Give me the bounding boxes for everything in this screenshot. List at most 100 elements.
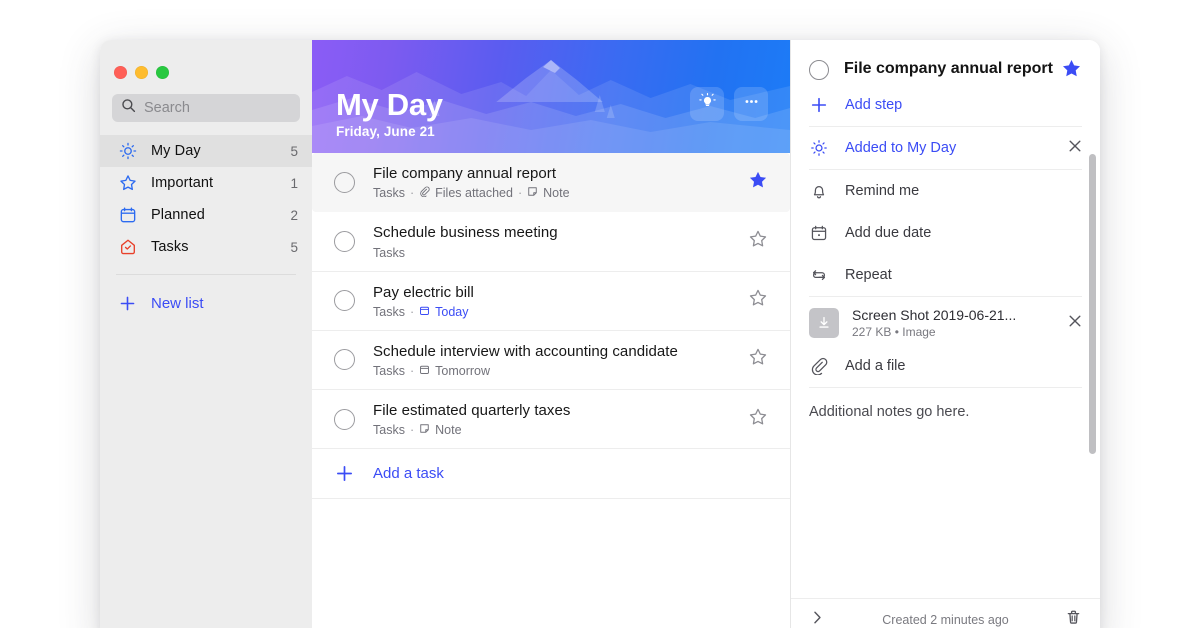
added-to-my-day-row[interactable]: Added to My Day [809, 127, 1082, 169]
detail-scrollbar[interactable] [1089, 154, 1096, 454]
task-body: File estimated quarterly taxes Tasks · N… [373, 401, 738, 437]
task-attachment-label: Files attached [435, 186, 513, 201]
task-due-label: Tomorrow [435, 364, 490, 378]
task-attachment-chip: Files attached [419, 186, 513, 200]
window-controls [100, 52, 312, 84]
task-title: File estimated quarterly taxes [373, 402, 571, 419]
table-row[interactable]: Schedule interview with accounting candi… [312, 331, 790, 390]
add-file-button[interactable]: Add a file [809, 345, 1082, 387]
add-file-label: Add a file [845, 358, 906, 374]
task-list-name: Tasks [373, 423, 405, 438]
calendar-icon [118, 206, 137, 225]
add-due-date-button[interactable]: Add due date [809, 212, 1082, 254]
sidebar-item-count: 5 [290, 239, 298, 255]
task-title: Schedule interview with accounting candi… [373, 342, 678, 360]
task-complete-checkbox[interactable] [334, 171, 355, 193]
task-complete-checkbox[interactable] [334, 230, 355, 252]
page-title: My Day [336, 86, 443, 122]
task-meta: Tasks · Files attached · Note [373, 186, 738, 200]
minimize-window-button[interactable] [135, 65, 148, 79]
repeat-icon [809, 266, 829, 284]
repeat-label: Repeat [845, 267, 892, 283]
detail-task-title: File company annual report [844, 60, 1053, 77]
task-star-button[interactable] [748, 347, 768, 372]
sidebar-item-label: Tasks [151, 239, 189, 255]
sidebar-item-planned[interactable]: Planned 2 [100, 199, 312, 231]
zoom-window-button[interactable] [156, 65, 169, 79]
search-icon [121, 98, 136, 118]
task-note-label: Note [543, 186, 570, 201]
sidebar-item-tasks[interactable]: Tasks 5 [100, 231, 312, 263]
bell-icon [809, 182, 829, 200]
more-options-button[interactable] [734, 87, 768, 121]
table-row[interactable]: Pay electric bill Tasks · Today [312, 272, 790, 331]
table-row[interactable]: File estimated quarterly taxes Tasks · N… [312, 390, 790, 450]
task-body: Schedule interview with accounting candi… [373, 342, 738, 378]
paperclip-icon [419, 186, 430, 200]
chevron-right-icon[interactable] [809, 609, 826, 628]
add-step-label: Add step [845, 97, 903, 113]
sidebar-item-important[interactable]: Important 1 [100, 167, 312, 199]
close-icon[interactable] [1068, 139, 1082, 157]
attachment-item[interactable]: Screen Shot 2019-06-21... 227 KB • Image [791, 297, 1100, 345]
meta-separator: · [517, 186, 523, 201]
search-placeholder: Search [144, 100, 190, 116]
task-list-name: Tasks [373, 364, 405, 378]
sidebar-item-label: My Day [151, 143, 201, 159]
remind-me-button[interactable]: Remind me [809, 170, 1082, 212]
close-icon[interactable] [1068, 314, 1082, 333]
meta-separator: · [409, 186, 415, 201]
note-icon [527, 186, 538, 200]
calendar-small-icon [419, 364, 430, 378]
task-title: File company annual report [373, 165, 557, 182]
table-row[interactable]: Schedule business meeting Tasks [312, 212, 790, 272]
detail-star-button[interactable] [1061, 58, 1082, 84]
task-notes[interactable]: Additional notes go here. [791, 388, 1100, 420]
search-container: Search [100, 84, 312, 122]
suggestions-button[interactable] [690, 87, 724, 121]
sidebar-item-count: 5 [290, 143, 298, 159]
sidebar-item-label: Planned [151, 207, 205, 223]
task-list-name: Tasks [373, 186, 405, 201]
sidebar-divider [116, 274, 296, 275]
lightbulb-icon [698, 92, 717, 116]
sidebar-item-my-day[interactable]: My Day 5 [100, 135, 312, 167]
sidebar-item-label: Important [151, 175, 214, 191]
new-list-label: New list [151, 294, 204, 312]
my-day-section: Added to My Day [791, 127, 1100, 169]
sidebar-item-count: 2 [290, 207, 298, 223]
meta-separator: · [409, 364, 415, 378]
detail-complete-checkbox[interactable] [809, 60, 829, 80]
add-task-button[interactable]: Add a task [312, 449, 790, 500]
task-list: File company annual report Tasks · Files… [312, 153, 790, 628]
search-input[interactable]: Search [112, 94, 300, 122]
task-star-button[interactable] [748, 170, 768, 195]
repeat-button[interactable]: Repeat [809, 254, 1082, 296]
task-note-label: Note [435, 423, 462, 438]
task-body: File company annual report Tasks · Files… [373, 164, 738, 200]
meta-separator: · [409, 423, 415, 438]
page-background: Search My Day 5 Important 1 Planned 2 Ta… [0, 0, 1200, 628]
task-star-button[interactable] [748, 288, 768, 313]
new-list-button[interactable]: New list [100, 285, 312, 321]
task-meta: Tasks · Note [373, 423, 738, 437]
task-title: Pay electric bill [373, 283, 474, 301]
trash-icon[interactable] [1065, 609, 1082, 628]
add-file-section: Add a file [791, 345, 1100, 387]
sun-icon [118, 142, 137, 161]
task-complete-checkbox[interactable] [334, 290, 355, 312]
table-row[interactable]: File company annual report Tasks · Files… [312, 153, 790, 213]
attachment-size: 227 KB • Image [852, 325, 936, 339]
task-complete-checkbox[interactable] [334, 408, 355, 430]
hero-text: My Day Friday, June 21 [336, 86, 443, 139]
add-step-button[interactable]: Add step [809, 84, 1082, 126]
sidebar-nav: My Day 5 Important 1 Planned 2 Tasks 5 N… [100, 135, 312, 321]
task-star-button[interactable] [748, 407, 768, 432]
task-star-button[interactable] [748, 229, 768, 254]
close-window-button[interactable] [114, 65, 127, 79]
task-complete-checkbox[interactable] [334, 349, 355, 371]
download-icon [809, 308, 839, 338]
task-note-chip: Note [419, 423, 462, 438]
calendar-icon [809, 224, 829, 242]
my-day-header: My Day Friday, June 21 [312, 40, 790, 153]
